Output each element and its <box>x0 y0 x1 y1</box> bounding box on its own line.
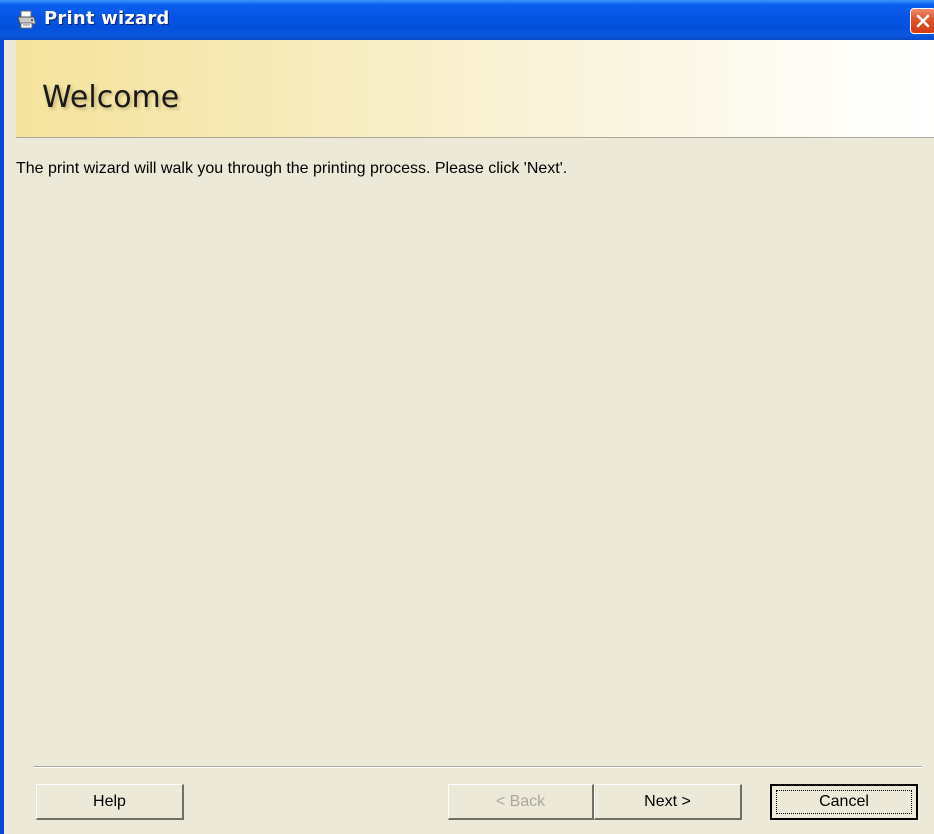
cancel-button-label: Cancel <box>819 793 869 810</box>
next-button[interactable]: Next > <box>594 784 742 820</box>
title-bar[interactable]: Print wizard <box>0 0 934 40</box>
window-title: Print wizard <box>44 8 170 29</box>
printer-icon <box>16 9 38 31</box>
instruction-text: The print wizard will walk you through t… <box>16 160 568 177</box>
footer-divider <box>34 766 922 768</box>
help-button-label: Help <box>93 792 126 810</box>
focus-rectangle: Cancel <box>776 790 912 814</box>
next-button-label: Next > <box>644 792 691 810</box>
back-button-label: < Back <box>495 792 546 810</box>
back-button[interactable]: < Back <box>448 784 594 820</box>
page-title: Welcome <box>42 80 180 115</box>
cancel-button[interactable]: Cancel <box>770 784 918 820</box>
close-button[interactable] <box>910 8 934 34</box>
help-button[interactable]: Help <box>36 784 184 820</box>
wizard-header: Welcome <box>16 40 934 138</box>
print-wizard-window: Print wizard Welcome The print wizard wi… <box>0 0 934 834</box>
